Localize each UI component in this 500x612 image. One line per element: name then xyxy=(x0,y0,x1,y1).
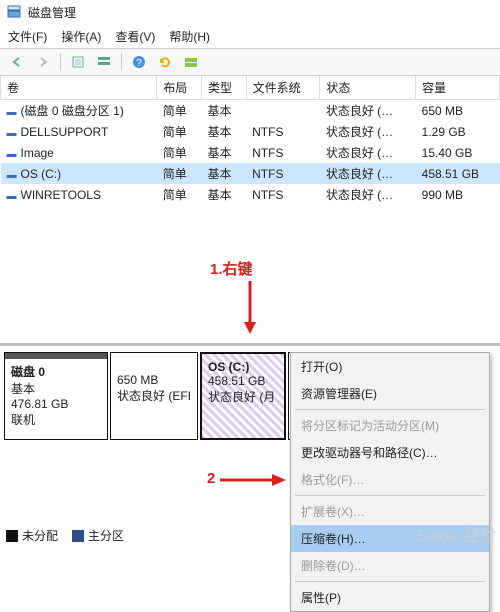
partition-box[interactable]: OS (C:)458.51 GB状态良好 (月 xyxy=(200,352,286,440)
menu-bar: 文件(F) 操作(A) 查看(V) 帮助(H) xyxy=(0,24,500,48)
refresh-button[interactable] xyxy=(154,51,176,73)
ctx-properties[interactable]: 属性(P) xyxy=(291,584,489,611)
ctx-mark-active: 将分区标记为活动分区(M) xyxy=(291,412,489,439)
menu-view[interactable]: 查看(V) xyxy=(115,28,155,45)
col-layout[interactable]: 布局 xyxy=(157,76,202,100)
menu-file[interactable]: 文件(F) xyxy=(8,28,47,45)
legend-primary: 主分区 xyxy=(88,529,124,543)
col-capacity[interactable]: 容量 xyxy=(416,76,500,100)
menu-help[interactable]: 帮助(H) xyxy=(169,28,210,45)
volume-list: 卷 布局 类型 文件系统 状态 容量 (磁盘 0 磁盘分区 1)简单基本状态良好… xyxy=(0,76,500,346)
swatch-primary-icon xyxy=(72,530,84,542)
table-row[interactable]: Image简单基本NTFS状态良好 (…15.40 GB xyxy=(1,142,500,163)
svg-text:?: ? xyxy=(136,58,142,69)
arrow-icon xyxy=(240,276,260,336)
watermark: Baidu 经验 xyxy=(417,522,494,546)
window-title: 磁盘管理 xyxy=(28,4,76,21)
back-button[interactable] xyxy=(6,51,28,73)
context-menu: 打开(O) 资源管理器(E) 将分区标记为活动分区(M) 更改驱动器号和路径(C… xyxy=(290,352,490,612)
table-row[interactable]: OS (C:)简单基本NTFS状态良好 (…458.51 GB xyxy=(1,163,500,184)
view-list-button[interactable] xyxy=(93,51,115,73)
table-row[interactable]: WINRETOOLS简单基本NTFS状态良好 (…990 MB xyxy=(1,184,500,205)
partition-box[interactable]: 650 MB状态良好 (EFI xyxy=(110,352,198,440)
ctx-extend: 扩展卷(X)… xyxy=(291,498,489,525)
annotation-step2: 2 xyxy=(207,470,215,487)
ctx-explorer[interactable]: 资源管理器(E) xyxy=(291,380,489,407)
table-row[interactable]: DELLSUPPORT简单基本NTFS状态良好 (…1.29 GB xyxy=(1,121,500,142)
legend: 未分配 主分区 xyxy=(6,527,124,544)
arrow-icon xyxy=(218,472,288,488)
toolbar: ? xyxy=(0,48,500,76)
disk-state: 联机 xyxy=(11,411,101,428)
col-type[interactable]: 类型 xyxy=(201,76,246,100)
disk-layout-button[interactable] xyxy=(180,51,202,73)
volume-table: 卷 布局 类型 文件系统 状态 容量 (磁盘 0 磁盘分区 1)简单基本状态良好… xyxy=(0,76,500,205)
ctx-change-letter[interactable]: 更改驱动器号和路径(C)… xyxy=(291,439,489,466)
col-fs[interactable]: 文件系统 xyxy=(246,76,320,100)
legend-unallocated: 未分配 xyxy=(22,529,58,543)
table-row[interactable]: (磁盘 0 磁盘分区 1)简单基本状态良好 (…650 MB xyxy=(1,100,500,122)
disk-name: 磁盘 0 xyxy=(11,363,101,380)
ctx-format: 格式化(F)… xyxy=(291,466,489,493)
col-status[interactable]: 状态 xyxy=(320,76,416,100)
titlebar: 磁盘管理 xyxy=(0,0,500,24)
up-button[interactable] xyxy=(67,51,89,73)
disk-kind: 基本 xyxy=(11,380,101,397)
menu-action[interactable]: 操作(A) xyxy=(61,28,101,45)
swatch-unallocated-icon xyxy=(6,530,18,542)
ctx-delete: 删除卷(D)… xyxy=(291,552,489,579)
disk-size: 476.81 GB xyxy=(11,397,101,411)
col-volume[interactable]: 卷 xyxy=(1,76,157,100)
disk-header[interactable]: 磁盘 0 基本 476.81 GB 联机 xyxy=(4,352,108,440)
help-button[interactable]: ? xyxy=(128,51,150,73)
ctx-open[interactable]: 打开(O) xyxy=(291,353,489,380)
forward-button[interactable] xyxy=(32,51,54,73)
app-icon xyxy=(6,4,22,20)
